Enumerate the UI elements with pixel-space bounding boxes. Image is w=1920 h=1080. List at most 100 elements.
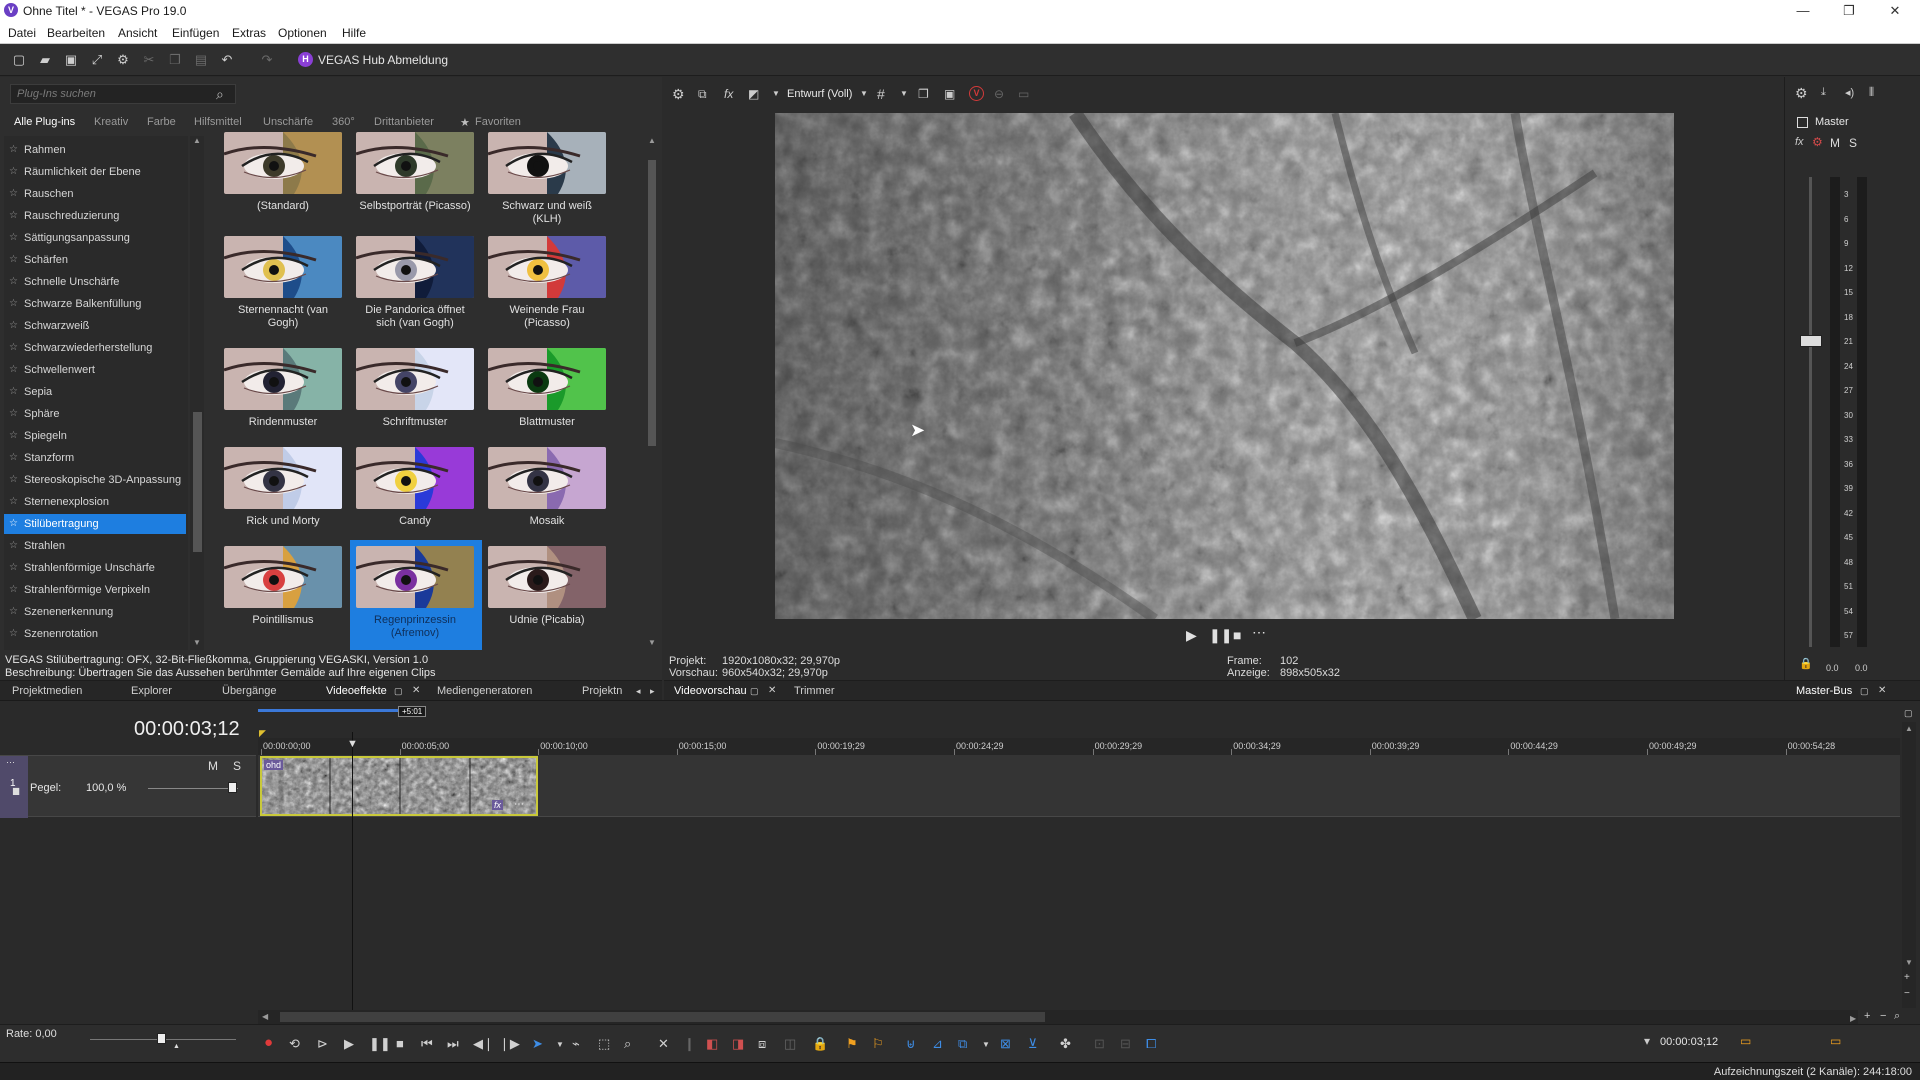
favorite-star-icon[interactable]: ☆ xyxy=(9,558,18,578)
timeline-scroll-thumb[interactable] xyxy=(280,1012,1045,1022)
master-checkbox[interactable] xyxy=(1797,117,1808,128)
redo-icon[interactable]: ↷ xyxy=(258,51,276,69)
scroll-left-icon[interactable]: ◀ xyxy=(262,1012,268,1021)
menu-bearbeiten[interactable]: Bearbeiten xyxy=(47,26,105,40)
plugin-list-item[interactable]: ☆ Strahlenförmige Unschärfe xyxy=(4,558,186,578)
plugin-list-scroll-thumb[interactable] xyxy=(193,412,202,552)
tab-trimmer[interactable]: Trimmer xyxy=(794,685,835,697)
track-level-slider[interactable] xyxy=(148,788,238,789)
plugin-list-item[interactable]: ☆ Sepia xyxy=(4,382,186,402)
tab-projektnotizen[interactable]: Projektn xyxy=(582,685,622,697)
scroll-down-icon[interactable]: ▼ xyxy=(193,638,201,647)
favorite-star-icon[interactable]: ☆ xyxy=(9,316,18,336)
plugin-list-scrollbar[interactable]: ▲ ▼ xyxy=(190,136,204,650)
preset-thumbnail[interactable] xyxy=(224,447,342,509)
favorite-star-icon[interactable]: ☆ xyxy=(9,272,18,292)
preset-grid-scroll-thumb[interactable] xyxy=(648,160,656,446)
vegas-hub-logout[interactable]: VEGAS Hub Abmeldung xyxy=(318,53,448,67)
split-icon[interactable]: ⧈ xyxy=(758,1036,766,1052)
plugin-list-item[interactable]: ☆ Schwarzweiß xyxy=(4,316,186,336)
close-tab-icon[interactable]: ✕ xyxy=(412,685,420,696)
timeline-expand-icon[interactable]: ▢ xyxy=(1904,708,1913,719)
lock-icon[interactable]: 🔒 xyxy=(812,1036,828,1052)
pause-icon[interactable]: ❚❚ xyxy=(369,1036,391,1052)
play-icon[interactable]: ▶ xyxy=(344,1036,354,1052)
minimize-button[interactable]: — xyxy=(1780,0,1826,22)
ripple-dropdown-icon[interactable]: ▼ xyxy=(982,1040,990,1049)
plugin-list-item[interactable]: ☆ Schwarze Balkenfüllung xyxy=(4,294,186,314)
zoom-in-vertical-icon[interactable]: + xyxy=(1904,972,1910,983)
favorite-star-icon[interactable]: ☆ xyxy=(9,536,18,556)
split-screen-icon[interactable]: ◩ xyxy=(748,87,759,101)
plugin-search-input[interactable] xyxy=(10,84,236,104)
tab-master-bus[interactable]: Master-Bus xyxy=(1796,685,1852,697)
auto-crossfade-icon[interactable]: ⧉ xyxy=(958,1036,967,1052)
rate-slider-handle[interactable] xyxy=(157,1033,166,1044)
favorite-star-icon[interactable]: ☆ xyxy=(9,294,18,314)
preset-thumbnail[interactable] xyxy=(356,546,474,608)
play-from-start-icon[interactable]: ⊳ xyxy=(317,1036,328,1052)
selection-tool-icon[interactable]: ⬚ xyxy=(598,1036,610,1052)
tab-favoriten[interactable]: Favoriten xyxy=(475,116,521,128)
plugin-list-item[interactable]: ☆ Stanzform xyxy=(4,448,186,468)
preset-thumbnail[interactable] xyxy=(488,447,606,509)
menu-datei[interactable]: Datei xyxy=(8,26,36,40)
zoom-in-icon[interactable]: + xyxy=(1864,1010,1870,1022)
preset-thumbnail[interactable] xyxy=(488,348,606,410)
insert-region-icon[interactable]: ⚐ xyxy=(872,1036,884,1052)
preset-thumbnail[interactable] xyxy=(224,236,342,298)
open-folder-icon[interactable]: ▰ xyxy=(36,51,54,69)
tab-mediengeneratoren[interactable]: Mediengeneratoren xyxy=(437,685,532,697)
favorite-star-icon[interactable]: ☆ xyxy=(9,360,18,380)
plugin-list-item[interactable]: ☆ Schwellenwert xyxy=(4,360,186,380)
dim-output-icon[interactable]: ◂) xyxy=(1845,86,1854,99)
trim-start-icon[interactable]: ◧ xyxy=(706,1036,718,1052)
menu-einfuegen[interactable]: Einfügen xyxy=(172,26,219,40)
favorite-star-icon[interactable]: ☆ xyxy=(9,228,18,248)
master-fader-handle[interactable] xyxy=(1800,335,1822,347)
plugin-list-item[interactable]: ☆ Strahlen xyxy=(4,536,186,556)
menu-hilfe[interactable]: Hilfe xyxy=(342,26,366,40)
normal-edit-tool-icon[interactable]: ➤ xyxy=(532,1036,543,1052)
preset-thumbnail[interactable] xyxy=(356,348,474,410)
tab-unschaerfe[interactable]: Unschärfe xyxy=(263,116,313,128)
stop-icon[interactable]: ■ xyxy=(1233,627,1241,643)
timeline-vertical-scrollbar[interactable]: ▲ ▼ + − xyxy=(1902,722,1916,1008)
scroll-up-icon[interactable]: ▲ xyxy=(648,136,656,145)
preset-thumbnail[interactable] xyxy=(224,546,342,608)
tab-alle-plugins[interactable]: Alle Plug-ins xyxy=(14,116,75,128)
tab-videovorschau[interactable]: Videovorschau xyxy=(674,685,747,697)
nest-icon[interactable]: ⧠ xyxy=(1146,1036,1156,1052)
safe-areas-icon[interactable]: ▭ xyxy=(1018,87,1029,101)
video-preview-frame[interactable] xyxy=(775,113,1674,619)
edit-tool-dropdown-icon[interactable]: ▼ xyxy=(556,1040,564,1049)
paste-icon[interactable]: ▤ xyxy=(192,51,210,69)
lock-envelopes-icon[interactable]: ⊠ xyxy=(1000,1036,1011,1052)
master-lock-icon[interactable]: 🔒 xyxy=(1799,657,1813,670)
plugin-list-item[interactable]: ☆ Räumlichkeit der Ebene xyxy=(4,162,186,182)
track-mute-button[interactable]: M xyxy=(208,759,218,773)
grid-overlay-icon[interactable]: # xyxy=(877,86,885,102)
menu-ansicht[interactable]: Ansicht xyxy=(118,26,157,40)
preset-thumbnail[interactable] xyxy=(488,546,606,608)
clip-fx-icon[interactable]: fx xyxy=(492,800,504,810)
menu-optionen[interactable]: Optionen xyxy=(278,26,327,40)
preset-thumbnail[interactable] xyxy=(356,447,474,509)
favorite-star-icon[interactable]: ☆ xyxy=(9,206,18,226)
video-clip[interactable]: ohd fx ⋯ xyxy=(260,756,538,816)
favorite-star-icon[interactable]: ☆ xyxy=(9,448,18,468)
trim-icon[interactable]: ❙ xyxy=(684,1036,695,1052)
favorite-star-icon[interactable]: ☆ xyxy=(9,382,18,402)
color-match-icon[interactable]: ✤ xyxy=(1060,1036,1071,1052)
favorite-star-icon[interactable]: ☆ xyxy=(9,184,18,204)
close-button[interactable]: ✕ xyxy=(1872,0,1918,22)
close-tab-icon[interactable]: ✕ xyxy=(768,685,776,696)
scroll-up-icon[interactable]: ▲ xyxy=(1905,724,1913,733)
plugin-list-item[interactable]: ☆ Spiegeln xyxy=(4,426,186,446)
undock-icon[interactable]: ▢ xyxy=(750,686,759,697)
track-menu-icon[interactable]: ⋯ xyxy=(6,757,15,768)
go-to-end-icon[interactable]: ⏭ xyxy=(447,1036,459,1052)
tab-360[interactable]: 360° xyxy=(332,116,355,128)
plugin-list-item[interactable]: ☆ Szenenerkennung xyxy=(4,602,186,622)
render-icon[interactable]: ⤢ xyxy=(88,51,106,69)
